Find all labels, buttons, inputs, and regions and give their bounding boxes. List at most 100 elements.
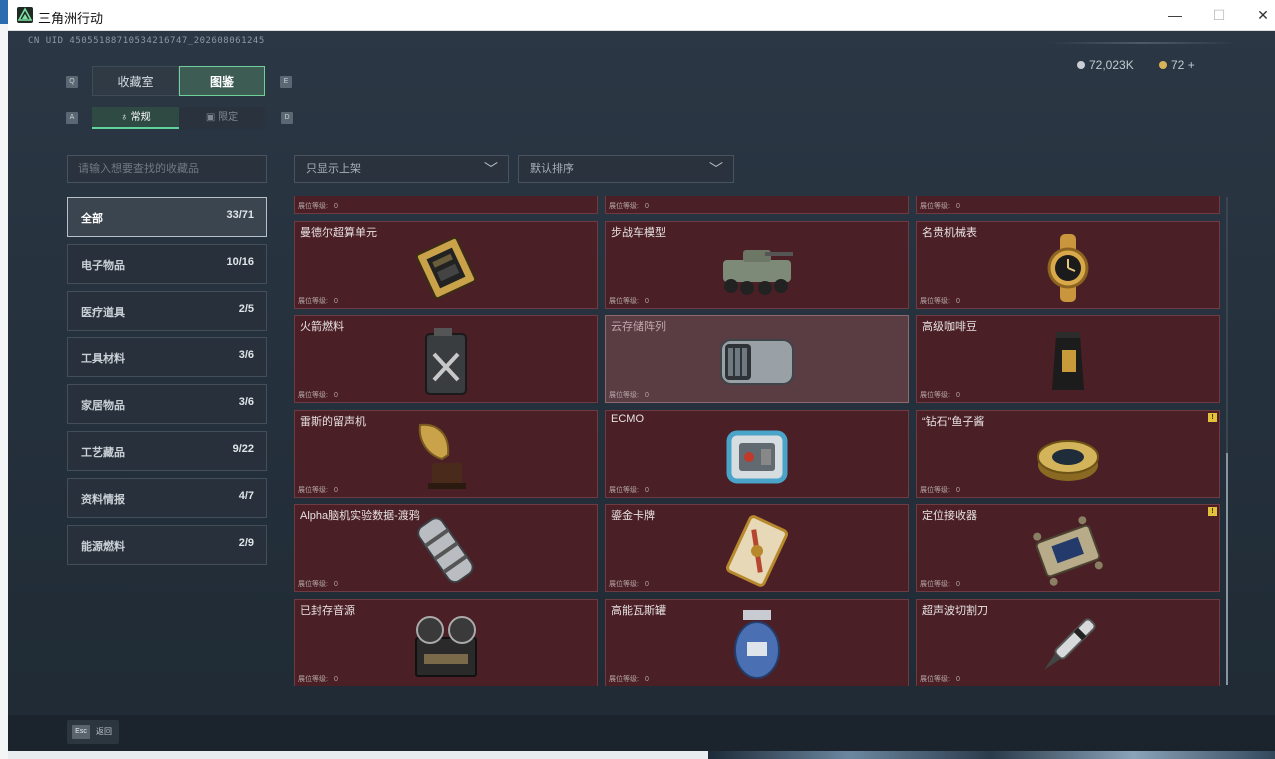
box-icon: ▣	[205, 112, 219, 123]
back-label: 返回	[96, 727, 112, 736]
category-item[interactable]: 家居物品 3/6	[67, 384, 267, 425]
item-card[interactable]: 已封存音源 展位等级: 0	[294, 599, 598, 686]
booth-level: 展位等级: 0	[609, 674, 649, 684]
storage-array-icon	[717, 324, 797, 400]
tab-catalog[interactable]: 图鉴	[179, 66, 265, 96]
item-card[interactable]: 鎏金卡牌展位等级: 0	[605, 504, 909, 593]
search-input[interactable]: 请输入想要查找的收藏品	[67, 155, 267, 183]
bottom-bar	[8, 715, 1275, 751]
category-item[interactable]: 电子物品 10/16	[67, 243, 267, 284]
filter-shelved-dropdown[interactable]: 只显示上架 ﹀	[294, 155, 509, 183]
item-card[interactable]: 雷斯的留声机 展位等级: 0	[294, 409, 598, 498]
add-currency-button[interactable]: +	[1188, 58, 1195, 72]
booth-level: 展位等级: 0	[609, 201, 649, 211]
item-card[interactable]: 展位等级: 0	[916, 196, 1220, 214]
item-card[interactable]: 曼德尔超算单元 展位等级: 0	[294, 220, 598, 309]
category-item[interactable]: 能源燃料 2/9	[67, 524, 267, 565]
subtab-limited[interactable]: ▣ 限定	[179, 107, 265, 129]
subtab-regular[interactable]: ♁ 常规	[92, 107, 179, 129]
scrollbar-thumb[interactable]	[1226, 453, 1228, 685]
booth-level-value: 0	[644, 486, 649, 494]
item-name: 步战车模型	[611, 226, 666, 239]
booth-level-value: 0	[644, 297, 649, 305]
booth-level-label: 展位等级:	[609, 203, 639, 210]
gold-coin-icon	[1159, 61, 1167, 69]
booth-level: 展位等级: 0	[609, 485, 649, 495]
category-item[interactable]: 全部 33/71	[67, 197, 267, 237]
category-item[interactable]: 工艺藏品 9/22	[67, 431, 267, 471]
item-name: 曼德尔超算单元	[300, 226, 377, 239]
item-card[interactable]: 超声波切割刀 展位等级: 0	[916, 599, 1220, 686]
category-item[interactable]: 工具材料 3/6	[67, 337, 267, 378]
booth-level: 展位等级: 0	[920, 674, 960, 684]
category-name: 医疗道具	[81, 306, 125, 319]
item-image	[406, 196, 486, 211]
item-card[interactable]: 高能瓦斯罐展位等级: 0	[605, 599, 909, 686]
item-card[interactable]: 高级咖啡豆 展位等级: 0	[916, 315, 1220, 404]
item-name: 鎏金卡牌	[611, 510, 655, 523]
item-name: 已封存音源	[300, 605, 355, 617]
category-count: 9/22	[232, 443, 254, 455]
sort-dropdown[interactable]: 默认排序 ﹀	[518, 155, 734, 183]
warning-icon: !	[1208, 412, 1217, 422]
booth-level: 展位等级: 0	[609, 296, 649, 306]
item-card[interactable]: 云存储阵列 展位等级: 0	[605, 315, 909, 404]
silver-coin-icon	[1077, 61, 1085, 69]
category-count: 33/71	[226, 209, 254, 221]
booth-level: 展位等级: 0	[920, 485, 960, 495]
item-card[interactable]: 名贵机械表展位等级: 0	[916, 220, 1220, 309]
minimize-button[interactable]: —	[1160, 4, 1190, 26]
game-viewport: CN UID 45055188710534216747_202608061245…	[8, 31, 1275, 751]
booth-level: 展位等级: 0	[298, 201, 338, 211]
booth-level-value: 0	[333, 297, 338, 305]
gramophone-icon	[406, 419, 486, 495]
back-button[interactable]: Esc 返回	[67, 720, 119, 744]
item-card[interactable]: 火箭燃料展位等级: 0	[294, 315, 598, 404]
item-name: 高能瓦斯罐	[611, 605, 666, 617]
receiver-icon	[1028, 513, 1108, 589]
category-item[interactable]: 医疗道具 2/5	[67, 290, 267, 331]
ecmo-machine-icon	[717, 419, 797, 495]
booth-level-label: 展位等级:	[609, 581, 639, 589]
category-item[interactable]: 资料情报 4/7	[67, 477, 267, 518]
booth-level-value: 0	[333, 581, 338, 589]
booth-level-value: 0	[333, 486, 338, 494]
item-card[interactable]: Alpha脑机实验数据-渡鸦 展位等级: 0	[294, 504, 598, 593]
item-card[interactable]: 定位接收器 展位等级: 0!	[916, 504, 1220, 593]
booth-level-label: 展位等级:	[298, 203, 328, 210]
item-card[interactable]: 展位等级: 0	[294, 196, 598, 214]
gold-amount: 72	[1171, 58, 1185, 72]
key-hint-d: D	[281, 112, 293, 124]
uid-label: CN UID 45055188710534216747_202608061245	[28, 36, 265, 46]
booth-level-label: 展位等级:	[609, 676, 639, 683]
item-card[interactable]: ECMO 展位等级: 0	[605, 409, 909, 498]
item-name: 高级咖啡豆	[922, 321, 977, 334]
app-logo-icon	[17, 7, 33, 23]
close-button[interactable]: ✕	[1248, 4, 1275, 26]
category-count: 10/16	[226, 255, 254, 268]
item-name: 火箭燃料	[300, 321, 344, 334]
window-title: 三角洲行动	[38, 11, 104, 26]
booth-level: 展位等级: 0	[609, 579, 649, 589]
item-card[interactable]: 展位等级: 0	[605, 196, 909, 214]
key-hint-q: Q	[66, 76, 78, 88]
booth-level: 展位等级: 0	[609, 390, 649, 400]
data-cylinder-icon	[406, 513, 486, 589]
gilded-card-icon	[717, 513, 797, 589]
booth-level-value: 0	[644, 392, 649, 400]
item-card[interactable]: “钻石”鱼子酱 展位等级: 0!	[916, 409, 1220, 498]
maximize-button[interactable]: ☐	[1204, 4, 1234, 26]
booth-level-value: 0	[333, 203, 338, 210]
booth-level: 展位等级: 0	[298, 296, 338, 306]
category-name: 电子物品	[81, 259, 125, 272]
tab-collection-room[interactable]: 收藏室	[92, 66, 179, 96]
booth-level-label: 展位等级:	[920, 676, 950, 683]
category-name: 工艺藏品	[81, 447, 125, 459]
item-card[interactable]: 步战车模型展位等级: 0	[605, 220, 909, 309]
fuel-canister-icon	[406, 324, 486, 400]
booth-level: 展位等级: 0	[920, 296, 960, 306]
booth-level: 展位等级: 0	[298, 390, 338, 400]
item-name: 名贵机械表	[922, 226, 977, 239]
subtab-limited-label: 限定	[218, 112, 239, 123]
category-name: 全部	[81, 213, 103, 225]
